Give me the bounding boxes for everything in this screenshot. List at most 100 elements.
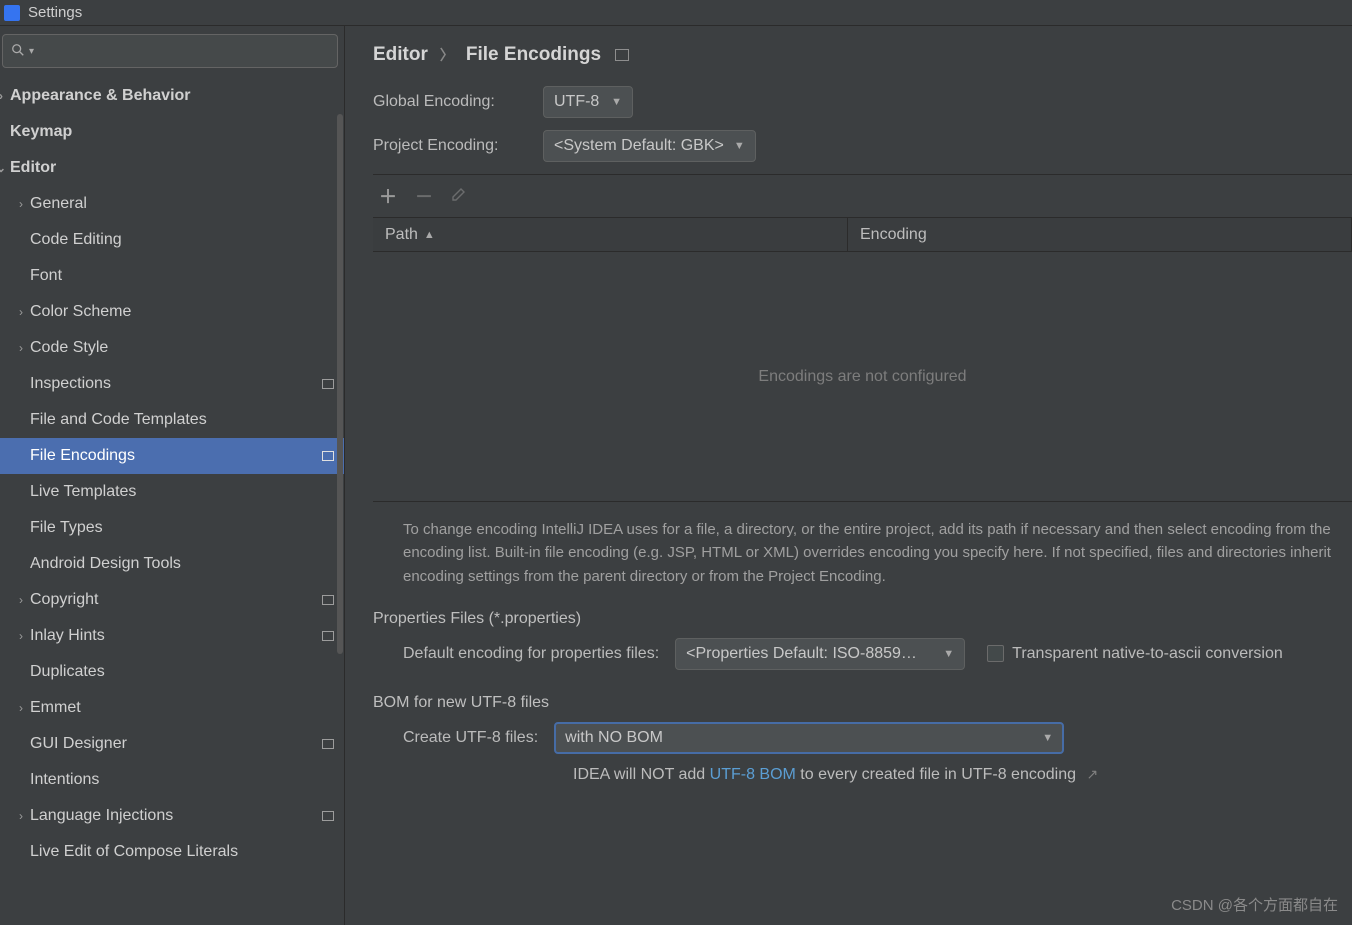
bom-section-title: BOM for new UTF-8 files bbox=[373, 694, 1352, 712]
tree-item-live-edit-of-compose-literals[interactable]: Live Edit of Compose Literals bbox=[0, 834, 344, 870]
tree-item-inlay-hints[interactable]: ›Inlay Hints bbox=[0, 618, 344, 654]
tree-item-label: Keymap bbox=[10, 123, 72, 141]
chevron-right-icon: 〉 bbox=[440, 45, 454, 65]
chevron-down-icon: ▾ bbox=[29, 46, 34, 57]
settings-content: Editor 〉 File Encodings Global Encoding:… bbox=[345, 26, 1352, 925]
column-header-encoding[interactable]: Encoding bbox=[848, 218, 1352, 251]
project-encoding-dropdown[interactable]: <System Default: GBK> ▼ bbox=[543, 130, 756, 162]
breadcrumb-leaf: File Encodings bbox=[466, 44, 601, 66]
project-scope-icon bbox=[615, 49, 629, 61]
tree-item-duplicates[interactable]: Duplicates bbox=[0, 654, 344, 690]
tree-item-inspections[interactable]: Inspections bbox=[0, 366, 344, 402]
tree-item-label: File Types bbox=[30, 519, 103, 537]
tree-item-label: Duplicates bbox=[30, 663, 105, 681]
chevron-right-icon: › bbox=[12, 593, 30, 607]
tree-item-label: Emmet bbox=[30, 699, 81, 717]
global-encoding-dropdown[interactable]: UTF-8 ▼ bbox=[543, 86, 633, 118]
utf8-bom-link[interactable]: UTF-8 BOM bbox=[710, 766, 796, 783]
create-utf8-value: with NO BOM bbox=[565, 729, 663, 747]
tree-item-file-types[interactable]: File Types bbox=[0, 510, 344, 546]
tree-item-intentions[interactable]: Intentions bbox=[0, 762, 344, 798]
tree-item-general[interactable]: ›General bbox=[0, 186, 344, 222]
edit-icon[interactable] bbox=[451, 186, 467, 207]
sort-asc-icon: ▲ bbox=[424, 229, 435, 241]
bom-note: IDEA will NOT add UTF-8 BOM to every cre… bbox=[373, 766, 1352, 784]
help-text: To change encoding IntelliJ IDEA uses fo… bbox=[373, 502, 1352, 598]
tree-item-label: Android Design Tools bbox=[30, 555, 181, 573]
encodings-table-body: Encodings are not configured bbox=[373, 252, 1352, 502]
tree-item-appearance-behavior[interactable]: ›Appearance & Behavior bbox=[0, 78, 344, 114]
properties-section-title: Properties Files (*.properties) bbox=[373, 610, 1352, 628]
tree-item-font[interactable]: Font bbox=[0, 258, 344, 294]
sidebar-scrollbar[interactable] bbox=[337, 114, 343, 654]
tree-item-label: Inlay Hints bbox=[30, 627, 105, 645]
chevron-down-icon: ⌄ bbox=[0, 161, 10, 175]
project-encoding-value: <System Default: GBK> bbox=[554, 137, 724, 155]
tree-item-gui-designer[interactable]: GUI Designer bbox=[0, 726, 344, 762]
tree-item-live-templates[interactable]: Live Templates bbox=[0, 474, 344, 510]
chevron-right-icon: › bbox=[12, 701, 30, 715]
tree-item-language-injections[interactable]: ›Language Injections bbox=[0, 798, 344, 834]
project-scope-icon bbox=[322, 379, 334, 389]
properties-encoding-label: Default encoding for properties files: bbox=[403, 645, 659, 663]
search-icon bbox=[11, 43, 25, 60]
settings-sidebar: ▾ ›Appearance & BehaviorKeymap⌄Editor›Ge… bbox=[0, 26, 345, 925]
tree-item-android-design-tools[interactable]: Android Design Tools bbox=[0, 546, 344, 582]
tree-item-code-editing[interactable]: Code Editing bbox=[0, 222, 344, 258]
app-icon bbox=[4, 5, 20, 21]
tree-item-label: File and Code Templates bbox=[30, 411, 207, 429]
tree-item-label: Copyright bbox=[30, 591, 98, 609]
breadcrumb-root[interactable]: Editor bbox=[373, 44, 428, 66]
tree-item-label: Code Editing bbox=[30, 231, 122, 249]
tree-item-keymap[interactable]: Keymap bbox=[0, 114, 344, 150]
tree-item-label: Intentions bbox=[30, 771, 99, 789]
settings-search-input[interactable]: ▾ bbox=[2, 34, 338, 68]
tree-item-emmet[interactable]: ›Emmet bbox=[0, 690, 344, 726]
tree-item-label: Live Edit of Compose Literals bbox=[30, 843, 238, 861]
chevron-down-icon: ▼ bbox=[611, 96, 622, 108]
settings-tree: ›Appearance & BehaviorKeymap⌄Editor›Gene… bbox=[0, 74, 344, 925]
chevron-down-icon: ▼ bbox=[734, 140, 745, 152]
table-empty-text: Encodings are not configured bbox=[758, 368, 966, 386]
tree-item-label: GUI Designer bbox=[30, 735, 127, 753]
tree-item-editor[interactable]: ⌄Editor bbox=[0, 150, 344, 186]
tree-item-label: Appearance & Behavior bbox=[10, 87, 191, 105]
chevron-down-icon: ▼ bbox=[1042, 732, 1053, 744]
transparent-ascii-label: Transparent native-to-ascii conversion bbox=[1012, 645, 1283, 663]
tree-item-label: Language Injections bbox=[30, 807, 173, 825]
chevron-right-icon: › bbox=[12, 629, 30, 643]
tree-item-label: File Encodings bbox=[30, 447, 135, 465]
encodings-toolbar: ＋ － bbox=[373, 174, 1352, 218]
window-titlebar: Settings bbox=[0, 0, 1352, 26]
tree-item-label: Color Scheme bbox=[30, 303, 131, 321]
chevron-down-icon: ▼ bbox=[943, 648, 954, 660]
chevron-right-icon: › bbox=[12, 809, 30, 823]
global-encoding-value: UTF-8 bbox=[554, 93, 599, 111]
add-icon[interactable]: ＋ bbox=[379, 183, 397, 209]
chevron-right-icon: › bbox=[0, 89, 10, 103]
column-header-path[interactable]: Path ▲ bbox=[373, 218, 848, 251]
breadcrumb: Editor 〉 File Encodings bbox=[373, 44, 1352, 66]
tree-item-label: Font bbox=[30, 267, 62, 285]
project-scope-icon bbox=[322, 451, 334, 461]
chevron-right-icon: › bbox=[12, 197, 30, 211]
remove-icon[interactable]: － bbox=[415, 183, 433, 209]
properties-encoding-dropdown[interactable]: <Properties Default: ISO-8859… ▼ bbox=[675, 638, 965, 670]
tree-item-file-and-code-templates[interactable]: File and Code Templates bbox=[0, 402, 344, 438]
create-utf8-label: Create UTF-8 files: bbox=[403, 729, 538, 747]
tree-item-label: Live Templates bbox=[30, 483, 136, 501]
project-scope-icon bbox=[322, 739, 334, 749]
window-title: Settings bbox=[28, 4, 82, 21]
tree-item-color-scheme[interactable]: ›Color Scheme bbox=[0, 294, 344, 330]
transparent-ascii-checkbox[interactable] bbox=[987, 645, 1004, 662]
tree-item-file-encodings[interactable]: File Encodings bbox=[0, 438, 344, 474]
tree-item-copyright[interactable]: ›Copyright bbox=[0, 582, 344, 618]
create-utf8-dropdown[interactable]: with NO BOM ▼ bbox=[554, 722, 1064, 754]
encodings-table-header: Path ▲ Encoding bbox=[373, 218, 1352, 252]
project-scope-icon bbox=[322, 811, 334, 821]
tree-item-code-style[interactable]: ›Code Style bbox=[0, 330, 344, 366]
project-scope-icon bbox=[322, 631, 334, 641]
properties-encoding-value: <Properties Default: ISO-8859… bbox=[686, 645, 917, 663]
tree-item-label: General bbox=[30, 195, 87, 213]
tree-item-label: Code Style bbox=[30, 339, 108, 357]
